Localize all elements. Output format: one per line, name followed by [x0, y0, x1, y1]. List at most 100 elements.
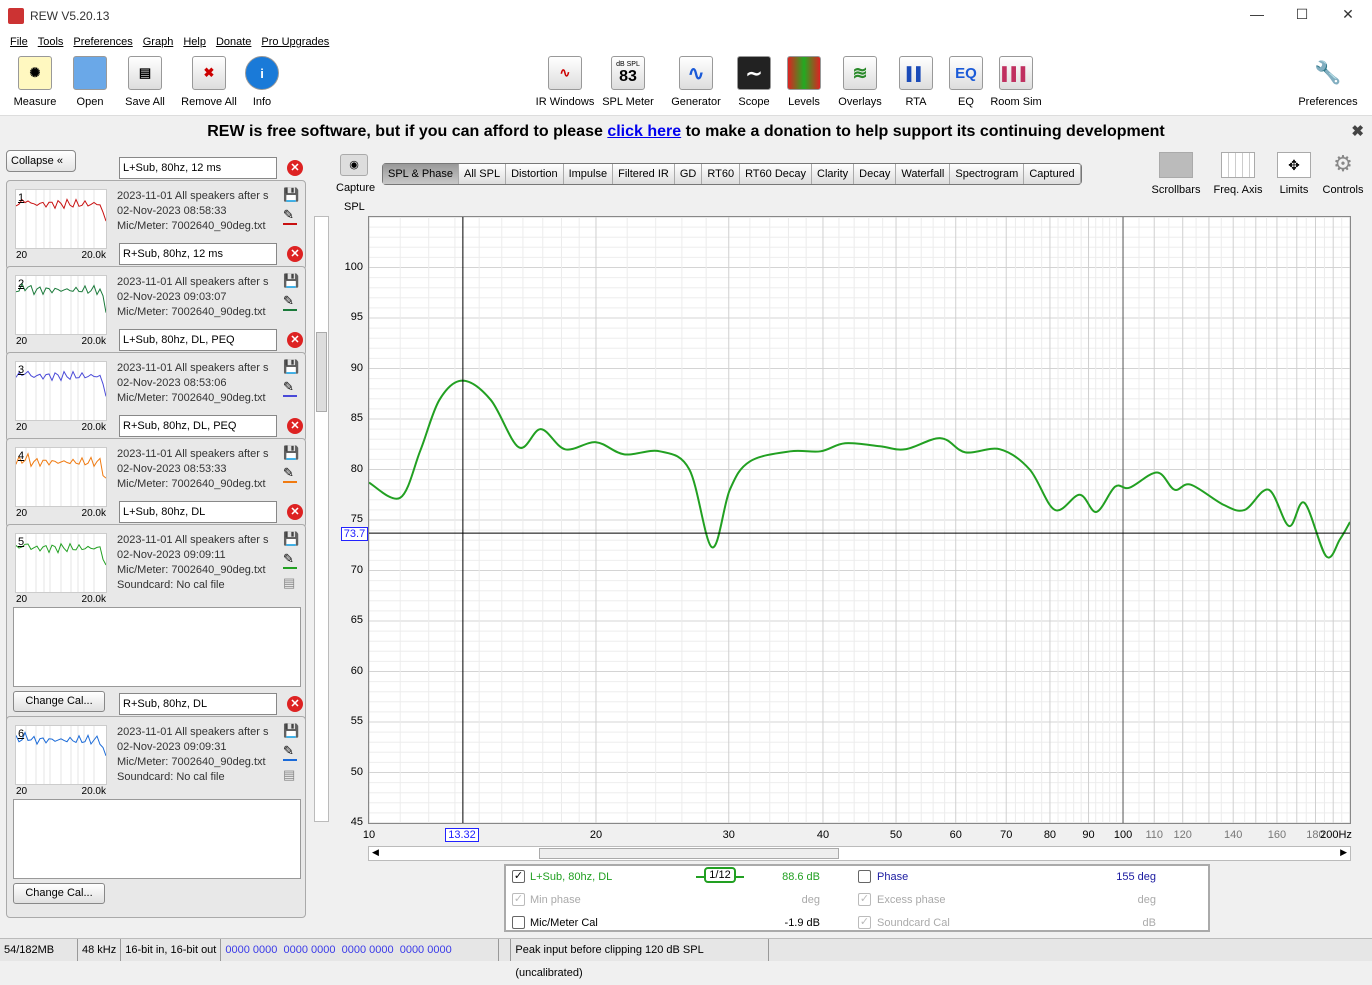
measurement-name-input[interactable]: R+Sub, 80hz, DL	[119, 693, 277, 715]
save-measurement-icon[interactable]: 💾	[283, 723, 299, 739]
spl-meter-button[interactable]: dB SPL 83 SPL Meter	[600, 56, 656, 108]
trace-color-pen-icon[interactable]: ✎	[283, 379, 297, 397]
info-button[interactable]: i Info	[244, 56, 280, 108]
remove-measurement-icon[interactable]: ✕	[287, 246, 303, 262]
remove-icon: ✖	[192, 56, 226, 90]
tab-filtered-ir[interactable]: Filtered IR	[613, 164, 675, 184]
generator-button[interactable]: ∿ Generator	[668, 56, 724, 108]
menu-file[interactable]: File	[10, 36, 28, 48]
measurement-card[interactable]: R+Sub, 80hz, DL ✕ 6 20 20.0k 2023-11-01 …	[6, 693, 306, 918]
tab-rt60-decay[interactable]: RT60 Decay	[740, 164, 812, 184]
trace-color-pen-icon[interactable]: ✎	[283, 207, 297, 225]
scroll-right-arrow-icon[interactable]: ▶	[1340, 847, 1347, 858]
save-icon: ▤	[128, 56, 162, 90]
close-button[interactable]: ✕	[1333, 6, 1363, 23]
mic-cal-checkbox[interactable]	[512, 916, 525, 929]
measurement-thumbnail[interactable]: 4 20 20.0k	[15, 447, 107, 519]
overlays-button[interactable]: ≋ Overlays	[834, 56, 886, 108]
excess-phase-checkbox[interactable]: ✓	[858, 893, 871, 906]
measurement-notes-area[interactable]	[13, 799, 301, 879]
tab-distortion[interactable]: Distortion	[506, 164, 564, 184]
tab-captured[interactable]: Captured	[1024, 164, 1081, 184]
document-icon[interactable]: ▤	[283, 767, 295, 783]
spl-graph[interactable]	[368, 216, 1351, 824]
scrollbars-button[interactable]: Scrollbars	[1150, 152, 1202, 196]
save-measurement-icon[interactable]: 💾	[283, 187, 299, 203]
eq-button[interactable]: EQ EQ	[946, 56, 986, 108]
trace-color-pen-icon[interactable]: ✎	[283, 293, 297, 311]
tab-spectrogram[interactable]: Spectrogram	[950, 164, 1025, 184]
smoothing-button[interactable]: 1/12	[696, 867, 744, 885]
menu-pro-upgrades[interactable]: Pro Upgrades	[261, 36, 329, 48]
measurement-notes-area[interactable]	[13, 607, 301, 687]
trace-color-pen-icon[interactable]: ✎	[283, 743, 297, 761]
menu-help[interactable]: Help	[183, 36, 206, 48]
scroll-left-arrow-icon[interactable]: ◀	[372, 847, 379, 858]
save-measurement-icon[interactable]: 💾	[283, 273, 299, 289]
menu-graph[interactable]: Graph	[143, 36, 174, 48]
room-sim-button[interactable]: ▌▌▌ Room Sim	[990, 56, 1042, 108]
limits-button[interactable]: ✥ Limits	[1274, 152, 1314, 196]
collapse-button[interactable]: Collapse «	[6, 150, 76, 172]
menu-preferences[interactable]: Preferences	[73, 36, 132, 48]
remove-measurement-icon[interactable]: ✕	[287, 332, 303, 348]
measurement-thumbnail[interactable]: 5 20 20.0k	[15, 533, 107, 605]
tab-gd[interactable]: GD	[675, 164, 703, 184]
measure-button[interactable]: ✺ Measure	[12, 56, 58, 108]
save-measurement-icon[interactable]: 💾	[283, 531, 299, 547]
save-measurement-icon[interactable]: 💾	[283, 359, 299, 375]
measurement-name-input[interactable]: L+Sub, 80hz, 12 ms	[119, 157, 277, 179]
minimize-button[interactable]: —	[1242, 6, 1272, 22]
remove-measurement-icon[interactable]: ✕	[287, 696, 303, 712]
measurement-name-input[interactable]: L+Sub, 80hz, DL, PEQ	[119, 329, 277, 351]
min-phase-checkbox[interactable]: ✓	[512, 893, 525, 906]
document-icon[interactable]: ▤	[283, 575, 295, 591]
save-all-button[interactable]: ▤ Save All	[122, 56, 168, 108]
maximize-button[interactable]: ☐	[1287, 6, 1317, 23]
measurement-name-input[interactable]: L+Sub, 80hz, DL	[119, 501, 277, 523]
measurement-thumbnail[interactable]: 3 20 20.0k	[15, 361, 107, 433]
soundcard-cal-checkbox[interactable]: ✓	[858, 916, 871, 929]
preferences-button[interactable]: 🔧 Preferences	[1296, 56, 1360, 108]
freq-axis-button[interactable]: Freq. Axis	[1210, 152, 1266, 196]
menu-donate[interactable]: Donate	[216, 36, 251, 48]
change-cal-button[interactable]: Change Cal...	[13, 691, 105, 712]
remove-measurement-icon[interactable]: ✕	[287, 160, 303, 176]
controls-button[interactable]: ⚙ Controls	[1320, 152, 1366, 197]
measurement-name-input[interactable]: R+Sub, 80hz, DL, PEQ	[119, 415, 277, 437]
scrollbar-thumb[interactable]	[539, 848, 839, 859]
scope-button[interactable]: ∼ Scope	[734, 56, 774, 108]
capture-button[interactable]: ◉ Capture	[336, 154, 375, 194]
tab-decay[interactable]: Decay	[854, 164, 897, 184]
measurements-scrollbar[interactable]	[314, 216, 329, 822]
remove-measurement-icon[interactable]: ✕	[287, 504, 303, 520]
measurement-number: 4	[18, 450, 25, 462]
graph-horizontal-scrollbar[interactable]: ◀ ▶	[368, 846, 1351, 861]
save-measurement-icon[interactable]: 💾	[283, 445, 299, 461]
rta-button[interactable]: ▌▌ RTA	[896, 56, 936, 108]
change-cal-button[interactable]: Change Cal...	[13, 883, 105, 904]
measurement-name-input[interactable]: R+Sub, 80hz, 12 ms	[119, 243, 277, 265]
measurement-thumbnail[interactable]: 1 20 20.0k	[15, 189, 107, 261]
tab-spl-phase[interactable]: SPL & Phase	[383, 164, 460, 184]
phase-checkbox[interactable]	[858, 870, 871, 883]
measurement-thumbnail[interactable]: 6 20 20.0k	[15, 725, 107, 797]
tab-impulse[interactable]: Impulse	[564, 164, 614, 184]
ir-windows-button[interactable]: ∿ IR Windows	[534, 56, 596, 108]
menu-tools[interactable]: Tools	[38, 36, 64, 48]
donate-link[interactable]: click here	[607, 123, 681, 140]
close-banner-icon[interactable]: ✖	[1351, 118, 1364, 146]
measurement-thumbnail[interactable]: 2 20 20.0k	[15, 275, 107, 347]
remove-all-button[interactable]: ✖ Remove All	[180, 56, 238, 108]
trace-checkbox[interactable]: ✓	[512, 870, 525, 883]
tab-clarity[interactable]: Clarity	[812, 164, 855, 184]
tab-rt60[interactable]: RT60	[702, 164, 741, 184]
tab-all-spl[interactable]: All SPL	[459, 164, 507, 184]
levels-button[interactable]: Levels	[784, 56, 824, 108]
remove-measurement-icon[interactable]: ✕	[287, 418, 303, 434]
trace-color-pen-icon[interactable]: ✎	[283, 551, 297, 569]
open-button[interactable]: Open	[70, 56, 110, 108]
tab-waterfall[interactable]: Waterfall	[896, 164, 951, 184]
trace-color-pen-icon[interactable]: ✎	[283, 465, 297, 483]
scrollbar-thumb[interactable]	[316, 332, 327, 412]
